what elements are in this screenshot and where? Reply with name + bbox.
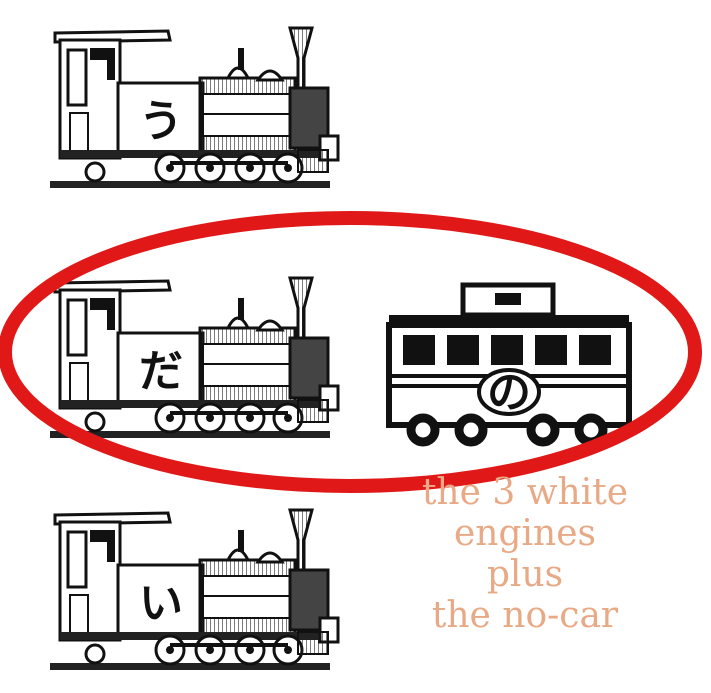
passenger-car-no: の	[383, 280, 635, 450]
caption-line: the 3 white	[421, 472, 629, 513]
steam-engine-i: い	[50, 500, 340, 675]
engine-kana-label: だ	[139, 346, 183, 397]
caption: the 3 white engines plus the no-car	[390, 472, 660, 636]
car-illustration: の	[386, 282, 632, 447]
caption-line: the no-car	[431, 595, 619, 636]
steam-engine-u: う	[50, 18, 340, 193]
car-kana-label: の	[487, 367, 531, 418]
steam-engine-da: だ	[50, 268, 340, 443]
locomotive-illustration: だ	[50, 268, 340, 443]
locomotive-illustration: う	[50, 18, 340, 193]
engine-kana-label: う	[139, 96, 183, 147]
caption-line: engines	[453, 513, 596, 554]
engine-kana-label: い	[139, 578, 183, 629]
caption-line: plus	[486, 554, 564, 595]
locomotive-illustration: い	[50, 500, 340, 675]
